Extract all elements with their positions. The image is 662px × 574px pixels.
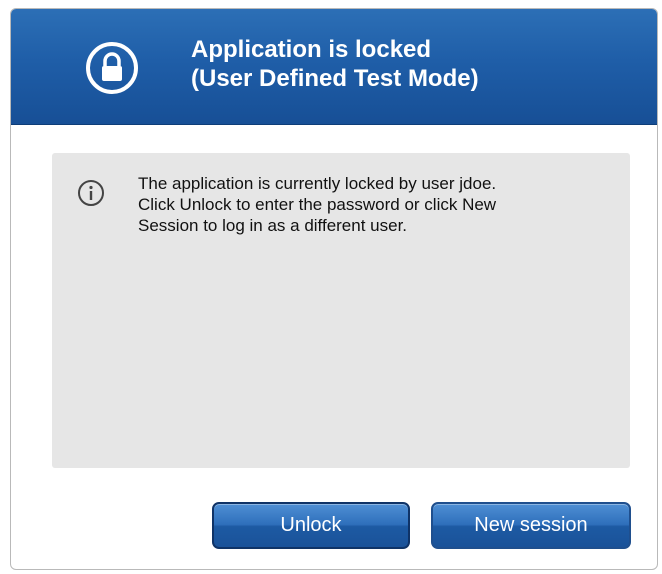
locked-dialog: Application is locked (User Defined Test… [10, 8, 658, 570]
dialog-header: Application is locked (User Defined Test… [11, 9, 657, 125]
info-icon [77, 179, 105, 207]
message-line-1: The application is currently locked by u… [138, 174, 497, 193]
message-line-2: Click Unlock to enter the password or cl… [138, 195, 497, 214]
unlock-button[interactable]: Unlock [212, 502, 410, 549]
message-panel: The application is currently locked by u… [52, 153, 630, 468]
new-session-button[interactable]: New session [431, 502, 631, 549]
dialog-title-line1: Application is locked [191, 36, 432, 63]
lock-icon [85, 41, 139, 95]
message-line-3: Session to log in as a different user. [138, 216, 408, 235]
dialog-title-line2: (User Defined Test Mode) [191, 65, 479, 92]
message-text: The application is currently locked by u… [138, 173, 618, 236]
dialog-title: Application is locked (User Defined Test… [191, 35, 479, 93]
